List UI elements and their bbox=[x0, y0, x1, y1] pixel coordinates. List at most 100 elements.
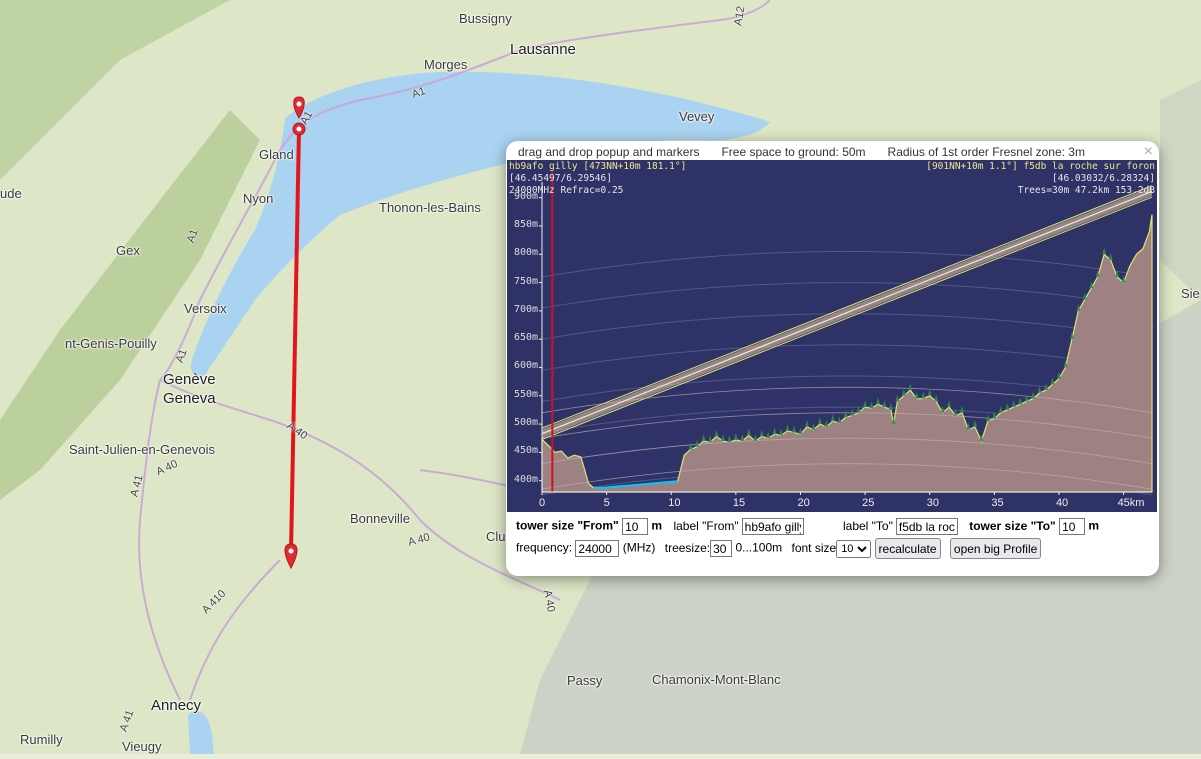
elevation-profile-chart: hb9afo gilly [473NN+10m 181.1°] [901NN+1… bbox=[507, 160, 1157, 512]
place-label: Saint-Julien-en-Genevois bbox=[69, 442, 215, 457]
tree-mark bbox=[727, 435, 732, 443]
marker-from-point-icon[interactable] bbox=[292, 122, 306, 136]
place-label: Bussigny bbox=[459, 11, 512, 26]
tree-mark bbox=[811, 422, 816, 430]
tree-mark bbox=[720, 434, 725, 442]
y-tick-label: 600m bbox=[514, 360, 539, 372]
tree-mark bbox=[843, 410, 848, 418]
place-label: Gex bbox=[116, 243, 140, 258]
tree-mark bbox=[960, 405, 965, 413]
place-label: Versoix bbox=[184, 301, 227, 316]
place-label: Chamonix-Mont-Blanc bbox=[652, 672, 781, 687]
place-label: Nyon bbox=[243, 191, 274, 206]
tree-mark bbox=[701, 434, 706, 442]
popup-title-bar[interactable]: drag and drop popup and markers Free spac… bbox=[518, 145, 1107, 159]
tree-mark bbox=[850, 408, 855, 416]
tree-mark bbox=[927, 388, 932, 396]
popup-title: drag and drop popup and markers bbox=[518, 145, 700, 159]
y-tick-label: 900m bbox=[514, 190, 539, 202]
x-tick-label: 30 bbox=[926, 497, 939, 509]
tree-mark bbox=[901, 388, 906, 396]
tree-mark bbox=[934, 394, 939, 402]
x-tick-label: 5 bbox=[603, 497, 610, 509]
open-big-profile-button[interactable]: open big Profile bbox=[949, 538, 1042, 559]
tower-from-input[interactable] bbox=[622, 518, 649, 535]
tree-mark bbox=[837, 415, 842, 423]
tree-mark bbox=[888, 402, 893, 410]
tower-to-input[interactable] bbox=[1059, 518, 1086, 535]
tree-mark bbox=[876, 397, 881, 405]
tree-mark bbox=[708, 435, 713, 443]
tree-mark bbox=[863, 400, 868, 408]
frequency-input[interactable] bbox=[575, 540, 620, 557]
fontsize-select[interactable]: 10 bbox=[836, 539, 872, 558]
tree-mark bbox=[746, 428, 751, 436]
to-station-line: [901NN+10m 1.1°] f5db la roche sur foron bbox=[926, 161, 1155, 172]
place-label: Thonon-les-Bains bbox=[379, 200, 481, 215]
place-label: Morges bbox=[424, 57, 468, 72]
label-from-input[interactable] bbox=[741, 518, 804, 535]
trees-loss: Trees=30m 47.2km 153.2dB bbox=[1017, 185, 1155, 196]
tree-mark bbox=[804, 419, 809, 427]
tree-mark bbox=[695, 439, 700, 447]
tree-mark bbox=[1024, 394, 1029, 402]
tree-mark bbox=[830, 414, 835, 422]
fontsize-label: font size bbox=[791, 540, 837, 555]
tree-mark bbox=[869, 401, 874, 409]
tree-mark bbox=[772, 427, 777, 435]
tree-mark bbox=[921, 391, 926, 399]
x-tick-label: 10 bbox=[668, 497, 681, 509]
tower-to-unit: m bbox=[1088, 518, 1100, 533]
tree-mark bbox=[895, 394, 900, 402]
x-tick-label: 20 bbox=[797, 497, 810, 509]
y-tick-label: 500m bbox=[514, 417, 539, 429]
x-tick-label: 0 bbox=[539, 497, 546, 509]
tower-from-unit: m bbox=[651, 518, 663, 533]
x-tick-label: 35 bbox=[991, 497, 1004, 509]
profile-popup[interactable]: drag and drop popup and markers Free spac… bbox=[506, 141, 1159, 576]
tree-mark bbox=[1018, 397, 1023, 405]
fresnel-info: Radius of 1st order Fresnel zone: 3m bbox=[887, 145, 1085, 159]
tree-mark bbox=[1037, 385, 1042, 393]
tree-mark bbox=[740, 434, 745, 442]
tree-mark bbox=[824, 419, 829, 427]
tree-mark bbox=[733, 432, 738, 440]
place-label: nt-Genis-Pouilly bbox=[65, 336, 157, 351]
tree-mark bbox=[1108, 252, 1113, 260]
curvature-line bbox=[541, 282, 1153, 309]
y-tick-label: 550m bbox=[514, 388, 539, 400]
tree-mark bbox=[779, 428, 784, 436]
tree-mark bbox=[785, 423, 790, 431]
profile-svg bbox=[539, 172, 1153, 496]
y-tick-label: 450m bbox=[514, 445, 539, 457]
treesize-range: 0...100m bbox=[735, 540, 783, 555]
treesize-input[interactable] bbox=[710, 540, 733, 557]
tree-mark bbox=[817, 417, 822, 425]
tree-mark bbox=[908, 383, 913, 391]
tree-mark bbox=[992, 411, 997, 419]
place-label: Gland bbox=[259, 147, 294, 162]
place-label: Genève bbox=[163, 371, 216, 388]
tree-mark bbox=[947, 400, 952, 408]
tree-mark bbox=[882, 400, 887, 408]
y-tick-label: 700m bbox=[514, 303, 539, 315]
label-to-input[interactable] bbox=[895, 518, 958, 535]
free-space-info: Free space to ground: 50m bbox=[721, 145, 866, 159]
close-icon[interactable]: × bbox=[1144, 143, 1153, 161]
place-label: Sie bbox=[1181, 286, 1200, 301]
tree-mark bbox=[714, 429, 719, 437]
tree-mark bbox=[759, 429, 764, 437]
place-label: Bonneville bbox=[350, 511, 410, 526]
place-label: Clu bbox=[486, 529, 506, 544]
tree-mark bbox=[998, 405, 1003, 413]
y-tick-label: 650m bbox=[514, 332, 539, 344]
label-from-label: label "From" bbox=[673, 518, 739, 533]
x-tick-label: 15 bbox=[732, 497, 746, 509]
recalculate-button[interactable]: recalculate bbox=[874, 538, 941, 559]
tree-mark bbox=[1005, 402, 1010, 410]
y-tick-label: 800m bbox=[514, 247, 539, 259]
place-label: Annecy bbox=[151, 697, 202, 714]
place-label: Passy bbox=[567, 673, 603, 688]
tree-mark bbox=[688, 442, 693, 450]
curvature-line bbox=[541, 313, 1153, 340]
